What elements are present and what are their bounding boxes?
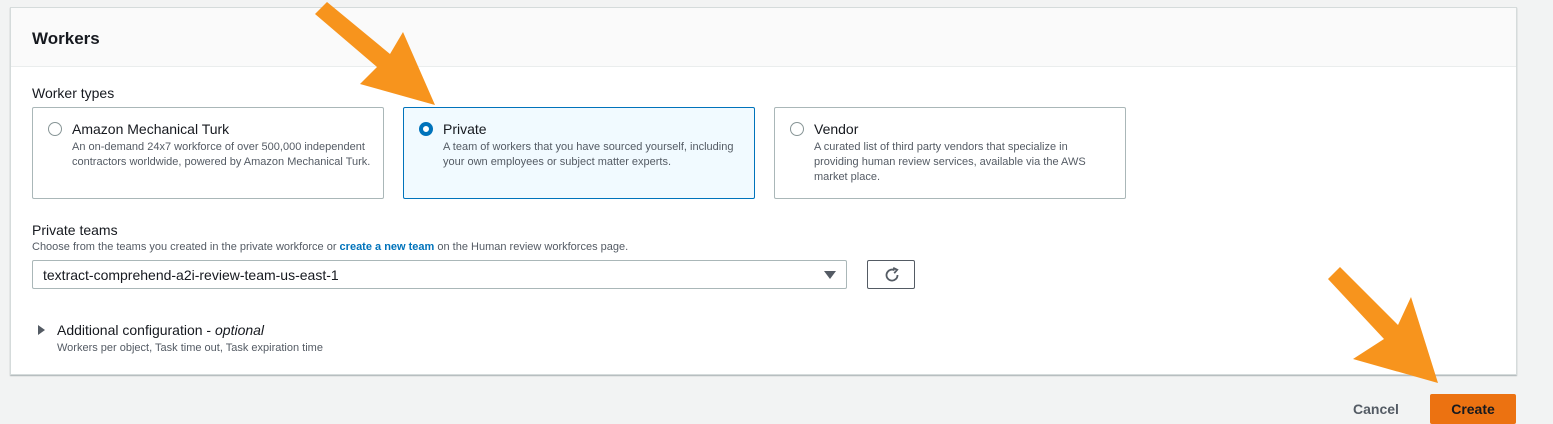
private-team-select[interactable]: textract-comprehend-a2i-review-team-us-e… xyxy=(32,260,847,289)
tile-title: Vendor xyxy=(814,121,859,137)
tile-vendor[interactable]: Vendor A curated list of third party ven… xyxy=(774,107,1126,199)
tile-description: A curated list of third party vendors th… xyxy=(814,141,1086,183)
help-suffix: on the Human review workforces page. xyxy=(437,241,629,253)
workers-panel: Workers Worker types Amazon Mechanical T… xyxy=(10,7,1517,375)
tile-description: A team of workers that you have sourced … xyxy=(443,141,734,168)
cancel-button[interactable]: Cancel xyxy=(1340,394,1412,424)
create-new-team-link[interactable]: create a new team xyxy=(340,241,435,253)
additional-config-title: Additional configuration - optional xyxy=(57,322,265,338)
radio-mechanical-turk[interactable] xyxy=(48,122,62,136)
tile-description: An on-demand 24x7 workforce of over 500,… xyxy=(72,141,371,168)
arrow-icon xyxy=(1328,267,1438,383)
additional-config-description: Workers per object, Task time out, Task … xyxy=(57,342,323,354)
worker-types-label: Worker types xyxy=(32,85,115,101)
private-team-value: textract-comprehend-a2i-review-team-us-e… xyxy=(43,267,339,283)
private-teams-help: Choose from the teams you created in the… xyxy=(32,241,628,253)
tile-title: Private xyxy=(443,121,487,137)
tile-private[interactable]: Private A team of workers that you have … xyxy=(403,107,755,199)
arrow-icon xyxy=(315,2,435,105)
panel-header: Workers xyxy=(11,8,1516,67)
caret-down-icon xyxy=(824,271,836,279)
panel-title: Workers xyxy=(32,29,100,48)
tile-title: Amazon Mechanical Turk xyxy=(72,121,230,137)
refresh-button[interactable] xyxy=(867,260,915,289)
help-prefix: Choose from the teams you created in the… xyxy=(32,241,337,253)
private-teams-label: Private teams xyxy=(32,222,118,238)
caret-right-icon xyxy=(38,325,45,335)
tile-mechanical-turk[interactable]: Amazon Mechanical Turk An on-demand 24x7… xyxy=(32,107,384,199)
refresh-icon xyxy=(885,266,899,282)
radio-private[interactable] xyxy=(419,122,433,136)
create-button[interactable]: Create xyxy=(1430,394,1516,424)
radio-vendor[interactable] xyxy=(790,122,804,136)
